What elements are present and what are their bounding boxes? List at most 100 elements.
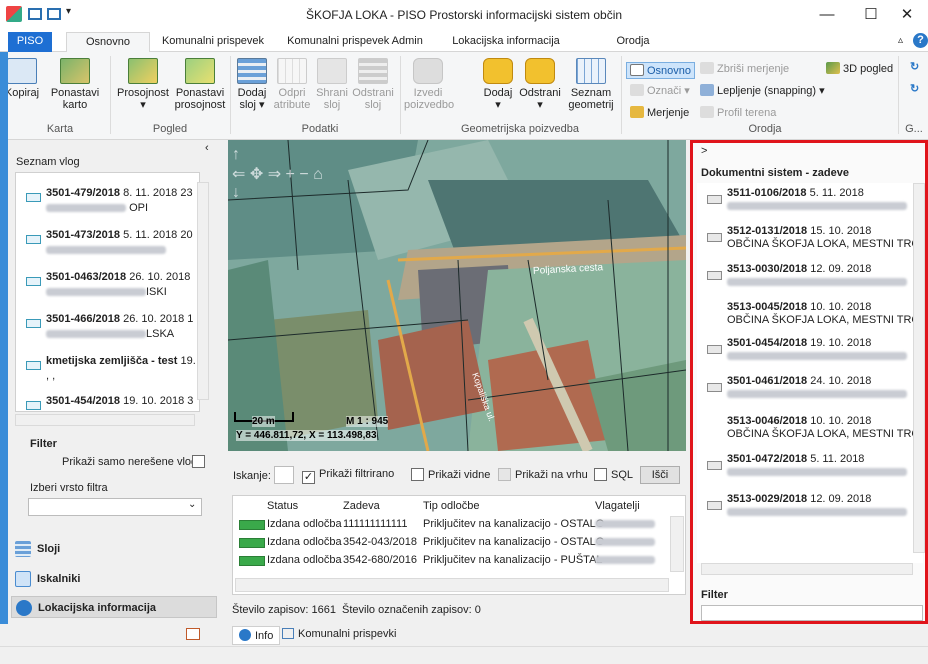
run-query-label-2: poizvedbo xyxy=(404,99,455,111)
sql-checkbox[interactable]: SQL xyxy=(594,468,633,481)
list-item-owner: OPI xyxy=(129,202,149,214)
filter-type-select[interactable] xyxy=(28,498,202,516)
nav-lokacijska-informacija[interactable]: Lokacijska informacija xyxy=(11,596,217,618)
right-list-vscroll[interactable] xyxy=(913,183,925,553)
terrain-profile-button[interactable]: Profil terena xyxy=(700,106,776,119)
checkbox[interactable] xyxy=(26,193,41,202)
list-item[interactable]: 3501-473/2018 5. 11. 2018 20 xyxy=(16,229,196,263)
mark-tool-button[interactable]: Označi ▾ xyxy=(630,84,690,97)
clear-measure-button[interactable]: Zbriši merjenje xyxy=(700,62,789,75)
checkbox[interactable] xyxy=(707,271,722,280)
table-row[interactable]: Izdana odločba 111111111111 Priključitev… xyxy=(233,516,669,533)
remove-layer-button[interactable]: Odstrani sloj xyxy=(352,58,394,111)
list-item[interactable]: kmetijska zemljišča - test 19. 1 , , xyxy=(16,355,196,389)
pan-control[interactable]: ↑ ⇐ ✥ ⇒ + − ⌂ ↓ xyxy=(232,146,352,210)
column-header-vlagatelji[interactable]: Vlagatelji xyxy=(595,496,640,516)
bottom-tab-info[interactable]: Info xyxy=(232,626,281,645)
column-header-tip[interactable]: Tip odločbe xyxy=(423,496,479,516)
map-view[interactable]: ↑ ⇐ ✥ ⇒ + − ⌂ ↓ Poljanska cesta Kopališka … xyxy=(228,140,686,451)
copy-map-button[interactable]: Kopiraj xyxy=(2,58,42,99)
bottom-tab-komunalni[interactable]: Komunalni prispevki xyxy=(282,628,396,640)
add-layer-button[interactable]: Dodaj sloj ▾ xyxy=(234,58,270,111)
add-geometry-button[interactable]: Dodaj ▾ xyxy=(478,58,518,111)
basic-tool-button[interactable]: Osnovno xyxy=(626,62,696,79)
close-button[interactable]: ✕ xyxy=(890,4,924,26)
run-query-button[interactable]: Izvedi poizvedbo xyxy=(404,58,455,111)
expand-arrow-icon[interactable]: > xyxy=(701,145,707,157)
search-input[interactable] xyxy=(274,466,294,484)
checkbox[interactable] xyxy=(26,401,41,410)
show-on-top-checkbox[interactable]: Prikaži na vrhu xyxy=(498,468,588,481)
tab-orodja[interactable]: Orodja xyxy=(608,32,658,52)
checkbox[interactable] xyxy=(707,501,722,510)
sync-icon[interactable]: ↻ xyxy=(910,60,919,73)
checkbox[interactable] xyxy=(707,461,722,470)
redacted-text xyxy=(46,288,146,297)
checkbox[interactable] xyxy=(707,195,722,204)
maximize-button[interactable]: ☐ xyxy=(854,4,888,26)
checkbox[interactable] xyxy=(26,277,41,286)
checkbox[interactable] xyxy=(707,233,722,242)
checkbox[interactable] xyxy=(26,361,41,370)
table-row[interactable]: Izdana odločba 3542-680/2016 Priključite… xyxy=(233,552,669,569)
transparency-button[interactable]: Prosojnost ▾ xyxy=(113,58,173,111)
list-item-title: 3501-454/2018 19. 10. 2018 3 xyxy=(46,395,193,407)
reset-transparency-button[interactable]: Ponastavi prosojnost xyxy=(172,58,228,111)
calendar-icon[interactable] xyxy=(186,628,200,640)
nav-iskalniki[interactable]: Iskalniki xyxy=(11,568,217,590)
checkbox[interactable] xyxy=(26,235,41,244)
sync-forward-icon[interactable]: ↻ xyxy=(910,82,919,95)
measure-tool-button[interactable]: Merjenje xyxy=(630,106,689,119)
list-item[interactable]: 3513-0045/2018 10. 10. 2018 OBČINA ŠKOFJ… xyxy=(697,301,917,331)
list-item-sub: ISKI xyxy=(46,286,167,298)
list-item[interactable]: 3501-479/2018 8. 11. 2018 23 OPI xyxy=(16,187,196,221)
minimize-button[interactable]: — xyxy=(810,4,844,26)
remove-geometry-button[interactable]: Odstrani ▾ xyxy=(518,58,562,111)
show-visible-checkbox[interactable]: Prikaži vidne xyxy=(411,468,490,481)
list-item[interactable]: 3501-0454/2018 19. 10. 2018 xyxy=(697,337,917,367)
left-list-vscroll[interactable] xyxy=(197,182,209,400)
window-title: ŠKOFJA LOKA - PISO Prostorski informacij… xyxy=(305,8,623,22)
list-item[interactable]: 3513-0046/2018 10. 10. 2018 OBČINA ŠKOFJ… xyxy=(697,415,917,445)
tab-komunalni-prispevek-admin[interactable]: Komunalni prispevek Admin xyxy=(280,32,430,52)
list-item[interactable]: 3513-0030/2018 12. 09. 2018 xyxy=(697,263,917,293)
open-attributes-button[interactable]: Odpri atribute xyxy=(272,58,312,111)
right-filter-input[interactable] xyxy=(701,605,923,621)
list-item[interactable]: 3501-466/2018 26. 10. 2018 1 LSKA xyxy=(16,313,196,347)
list-item[interactable]: 3501-454/2018 19. 10. 2018 3 xyxy=(16,395,196,411)
reset-map-button[interactable]: Ponastavi karto xyxy=(44,58,106,111)
snapping-button[interactable]: Lepljenje (snapping) ▾ xyxy=(700,84,825,97)
collapse-ribbon-icon[interactable]: ▵ xyxy=(898,35,903,46)
list-item[interactable]: 3501-0463/2018 26. 10. 2018 ISKI xyxy=(16,271,196,305)
column-header-status[interactable]: Status xyxy=(267,496,298,516)
save-layer-button[interactable]: Shrani sloj xyxy=(314,58,350,111)
list-item[interactable]: 3513-0029/2018 12. 09. 2018 xyxy=(697,493,917,523)
view-3d-button[interactable]: 3D pogled xyxy=(826,62,893,75)
checkbox[interactable] xyxy=(707,383,722,392)
search-button[interactable]: Išči xyxy=(640,466,680,484)
checkbox[interactable] xyxy=(26,319,41,328)
list-item[interactable]: 3501-0461/2018 24. 10. 2018 xyxy=(697,375,917,405)
list-item[interactable]: 3501-0472/2018 5. 11. 2018 xyxy=(697,453,917,483)
tab-lokacijska-informacija[interactable]: Lokacijska informacija xyxy=(446,32,566,52)
nav-sloji[interactable]: Sloji xyxy=(11,538,217,560)
grid-hscroll[interactable] xyxy=(235,578,669,592)
list-item[interactable]: 3512-0131/2018 15. 10. 2018 OBČINA ŠKOFJ… xyxy=(697,225,917,255)
column-header-zadeva[interactable]: Zadeva xyxy=(343,496,380,516)
tab-komunalni-prispevek[interactable]: Komunalni prispevek xyxy=(158,32,268,52)
checkbox[interactable] xyxy=(707,345,722,354)
filter-unsolved-checkbox[interactable] xyxy=(192,455,205,468)
tab-piso[interactable]: PISO xyxy=(8,32,52,52)
table-row[interactable]: Izdana odločba 3542-043/2018 Priključite… xyxy=(233,534,669,551)
help-icon[interactable]: ? xyxy=(913,33,928,48)
right-list-hscroll[interactable] xyxy=(701,563,913,575)
list-item[interactable]: 3511-0106/2018 5. 11. 2018 xyxy=(697,187,917,217)
remove-layer-label: Odstrani xyxy=(352,87,394,99)
show-filtered-checkbox[interactable]: ✓ Prikaži filtrirano xyxy=(302,468,394,484)
geometry-list-button[interactable]: Seznam geometrij xyxy=(566,58,616,111)
collapse-left-icon[interactable]: ‹ xyxy=(205,142,209,154)
measure-tool-label: Merjenje xyxy=(647,107,690,119)
grid-vscroll[interactable] xyxy=(670,516,684,572)
tab-osnovno[interactable]: Osnovno xyxy=(66,32,150,53)
left-list-hscroll[interactable] xyxy=(15,414,195,426)
